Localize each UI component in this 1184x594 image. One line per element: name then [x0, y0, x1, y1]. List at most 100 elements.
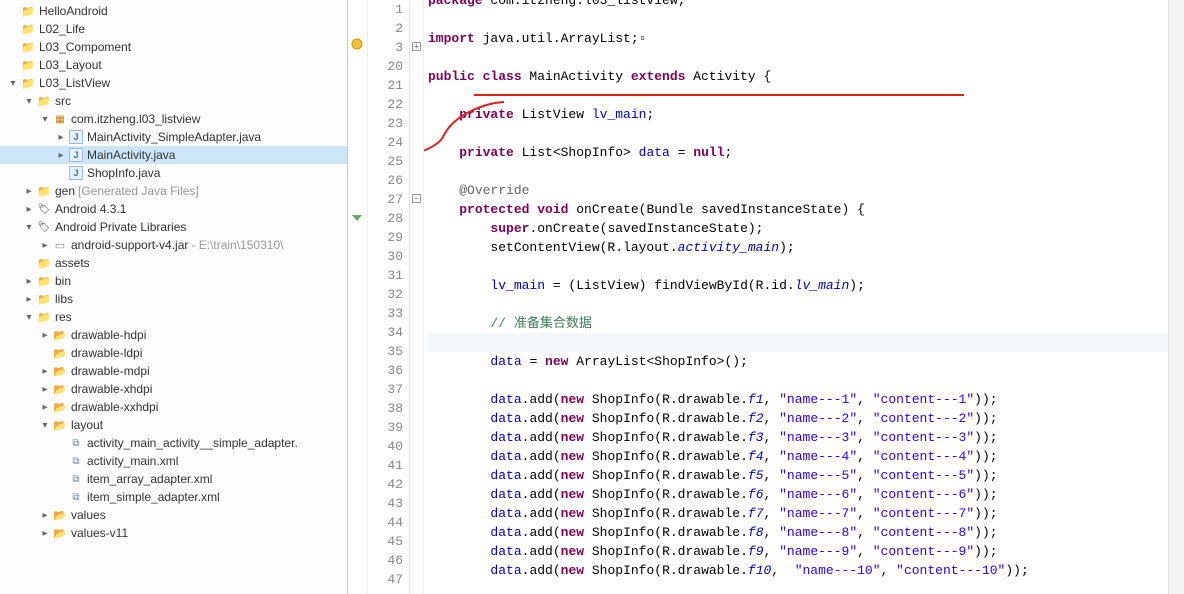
code-line[interactable]	[428, 10, 1168, 29]
tree-item[interactable]: L03_Compoment	[0, 38, 347, 56]
code-line[interactable]	[428, 257, 1168, 276]
code-token: ,	[857, 468, 873, 483]
tree-item[interactable]: MainActivity.java	[0, 146, 347, 164]
code-line[interactable]: public class MainActivity extends Activi…	[428, 67, 1168, 86]
code-line[interactable]: import java.util.ArrayList;▫	[428, 29, 1168, 48]
chevron-right-icon[interactable]	[38, 510, 52, 521]
fold-collapsed-icon[interactable]: +	[412, 42, 421, 51]
tree-item[interactable]: src	[0, 92, 347, 110]
code-line[interactable]: private List<ShopInfo> data = null;	[428, 143, 1168, 162]
tree-item[interactable]: bin	[0, 272, 347, 290]
code-token: null	[693, 145, 724, 160]
tree-item[interactable]: com.itzheng.l03_listview	[0, 110, 347, 128]
code-line[interactable]: @Override	[428, 181, 1168, 200]
chevron-right-icon[interactable]	[38, 240, 52, 251]
tree-item[interactable]: item_array_adapter.xml	[0, 470, 347, 488]
code-line[interactable]: data = new ArrayList<ShopInfo>();	[428, 352, 1168, 371]
tree-item[interactable]: gen[Generated Java Files]	[0, 182, 347, 200]
fold-expanded-icon[interactable]: −	[412, 194, 421, 203]
chevron-right-icon[interactable]	[22, 186, 36, 197]
chevron-right-icon[interactable]	[54, 150, 68, 161]
code-token: new	[561, 487, 584, 502]
code-line[interactable]: data.add(new ShopInfo(R.drawable.f7, "na…	[428, 504, 1168, 523]
chevron-down-icon[interactable]	[22, 312, 36, 323]
code-line[interactable]: data.add(new ShopInfo(R.drawable.f9, "na…	[428, 542, 1168, 561]
code-line[interactable]: package com.itzheng.l03_listview;	[428, 0, 1168, 10]
code-token: "name---9"	[779, 544, 857, 559]
code-token: ,	[764, 487, 780, 502]
tree-item[interactable]: MainActivity_SimpleAdapter.java	[0, 128, 347, 146]
chevron-right-icon[interactable]	[22, 204, 36, 215]
code-line[interactable]: data.add(new ShopInfo(R.drawable.f6, "na…	[428, 485, 1168, 504]
code-token: "content---10"	[896, 563, 1005, 578]
tree-item[interactable]: layout	[0, 416, 347, 434]
code-line[interactable]: data.add(new ShopInfo(R.drawable.f10, "n…	[428, 561, 1168, 580]
tree-item[interactable]: drawable-hdpi	[0, 326, 347, 344]
chevron-right-icon[interactable]	[38, 330, 52, 341]
code-line[interactable]	[428, 333, 1168, 352]
chevron-down-icon[interactable]	[22, 96, 36, 107]
code-line[interactable]: data.add(new ShopInfo(R.drawable.f1, "na…	[428, 390, 1168, 409]
tree-item[interactable]: drawable-xxhdpi	[0, 398, 347, 416]
chevron-right-icon[interactable]	[38, 528, 52, 539]
code-line[interactable]: data.add(new ShopInfo(R.drawable.f3, "na…	[428, 428, 1168, 447]
code-token: f7	[748, 506, 764, 521]
code-token	[428, 411, 490, 426]
code-line[interactable]	[428, 162, 1168, 181]
code-token: "name---8"	[779, 525, 857, 540]
code-line[interactable]: protected void onCreate(Bundle savedInst…	[428, 200, 1168, 219]
project-explorer[interactable]: HelloAndroidL02_LifeL03_CompomentL03_Lay…	[0, 0, 348, 594]
code-line[interactable]: setContentView(R.layout.activity_main);	[428, 238, 1168, 257]
code-editor[interactable]: 1232021222324252627282930313233343536373…	[348, 0, 1184, 594]
chevron-down-icon[interactable]	[6, 78, 20, 89]
vertical-scrollbar[interactable]	[1168, 0, 1184, 594]
tree-item[interactable]: values-v11	[0, 524, 347, 542]
chevron-right-icon[interactable]	[54, 132, 68, 143]
code-line[interactable]: data.add(new ShopInfo(R.drawable.f5, "na…	[428, 466, 1168, 485]
code-line[interactable]: private ListView lv_main;	[428, 105, 1168, 124]
tree-item[interactable]: android-support-v4.jar- E:\train\150310\	[0, 236, 347, 254]
code-line[interactable]	[428, 371, 1168, 390]
code-token: ));	[974, 544, 997, 559]
chevron-right-icon[interactable]	[38, 366, 52, 377]
code-line[interactable]: // 准备集合数据	[428, 314, 1168, 333]
chevron-right-icon[interactable]	[38, 402, 52, 413]
code-line[interactable]	[428, 295, 1168, 314]
fold-gutter[interactable]: +−	[410, 0, 424, 594]
folderopen-icon	[52, 381, 68, 397]
tree-item[interactable]: res	[0, 308, 347, 326]
chevron-right-icon[interactable]	[22, 276, 36, 287]
code-line[interactable]: super.onCreate(savedInstanceState);	[428, 219, 1168, 238]
code-line[interactable]	[428, 86, 1168, 105]
tree-item[interactable]: drawable-mdpi	[0, 362, 347, 380]
code-area[interactable]: package com.itzheng.l03_listview;import …	[424, 0, 1168, 580]
code-line[interactable]	[428, 124, 1168, 143]
tree-item[interactable]: Android 4.3.1	[0, 200, 347, 218]
tree-item[interactable]: HelloAndroid	[0, 2, 347, 20]
tree-item[interactable]: L03_Layout	[0, 56, 347, 74]
tree-item[interactable]: drawable-ldpi	[0, 344, 347, 362]
chevron-right-icon[interactable]	[38, 384, 52, 395]
tree-item[interactable]: drawable-xhdpi	[0, 380, 347, 398]
tree-item[interactable]: values	[0, 506, 347, 524]
code-line[interactable]: data.add(new ShopInfo(R.drawable.f4, "na…	[428, 447, 1168, 466]
chevron-down-icon[interactable]	[22, 222, 36, 233]
chevron-down-icon[interactable]	[38, 114, 52, 125]
tree-item[interactable]: Android Private Libraries	[0, 218, 347, 236]
tree-item[interactable]: assets	[0, 254, 347, 272]
tree-item[interactable]: activity_main_activity__simple_adapter.	[0, 434, 347, 452]
chevron-down-icon[interactable]	[38, 420, 52, 431]
code-line[interactable]: data.add(new ShopInfo(R.drawable.f2, "na…	[428, 409, 1168, 428]
tree-item[interactable]: item_simple_adapter.xml	[0, 488, 347, 506]
code-line[interactable]: lv_main = (ListView) findViewById(R.id.l…	[428, 276, 1168, 295]
tree-item[interactable]: ShopInfo.java	[0, 164, 347, 182]
tree-item[interactable]: L03_ListView	[0, 74, 347, 92]
chevron-right-icon[interactable]	[22, 294, 36, 305]
code-line[interactable]	[428, 48, 1168, 67]
tree-item[interactable]: activity_main.xml	[0, 452, 347, 470]
code-line[interactable]: data.add(new ShopInfo(R.drawable.f8, "na…	[428, 523, 1168, 542]
tree-item[interactable]: L02_Life	[0, 20, 347, 38]
line-number: 24	[368, 133, 403, 152]
line-number: 25	[368, 152, 403, 171]
tree-item[interactable]: libs	[0, 290, 347, 308]
